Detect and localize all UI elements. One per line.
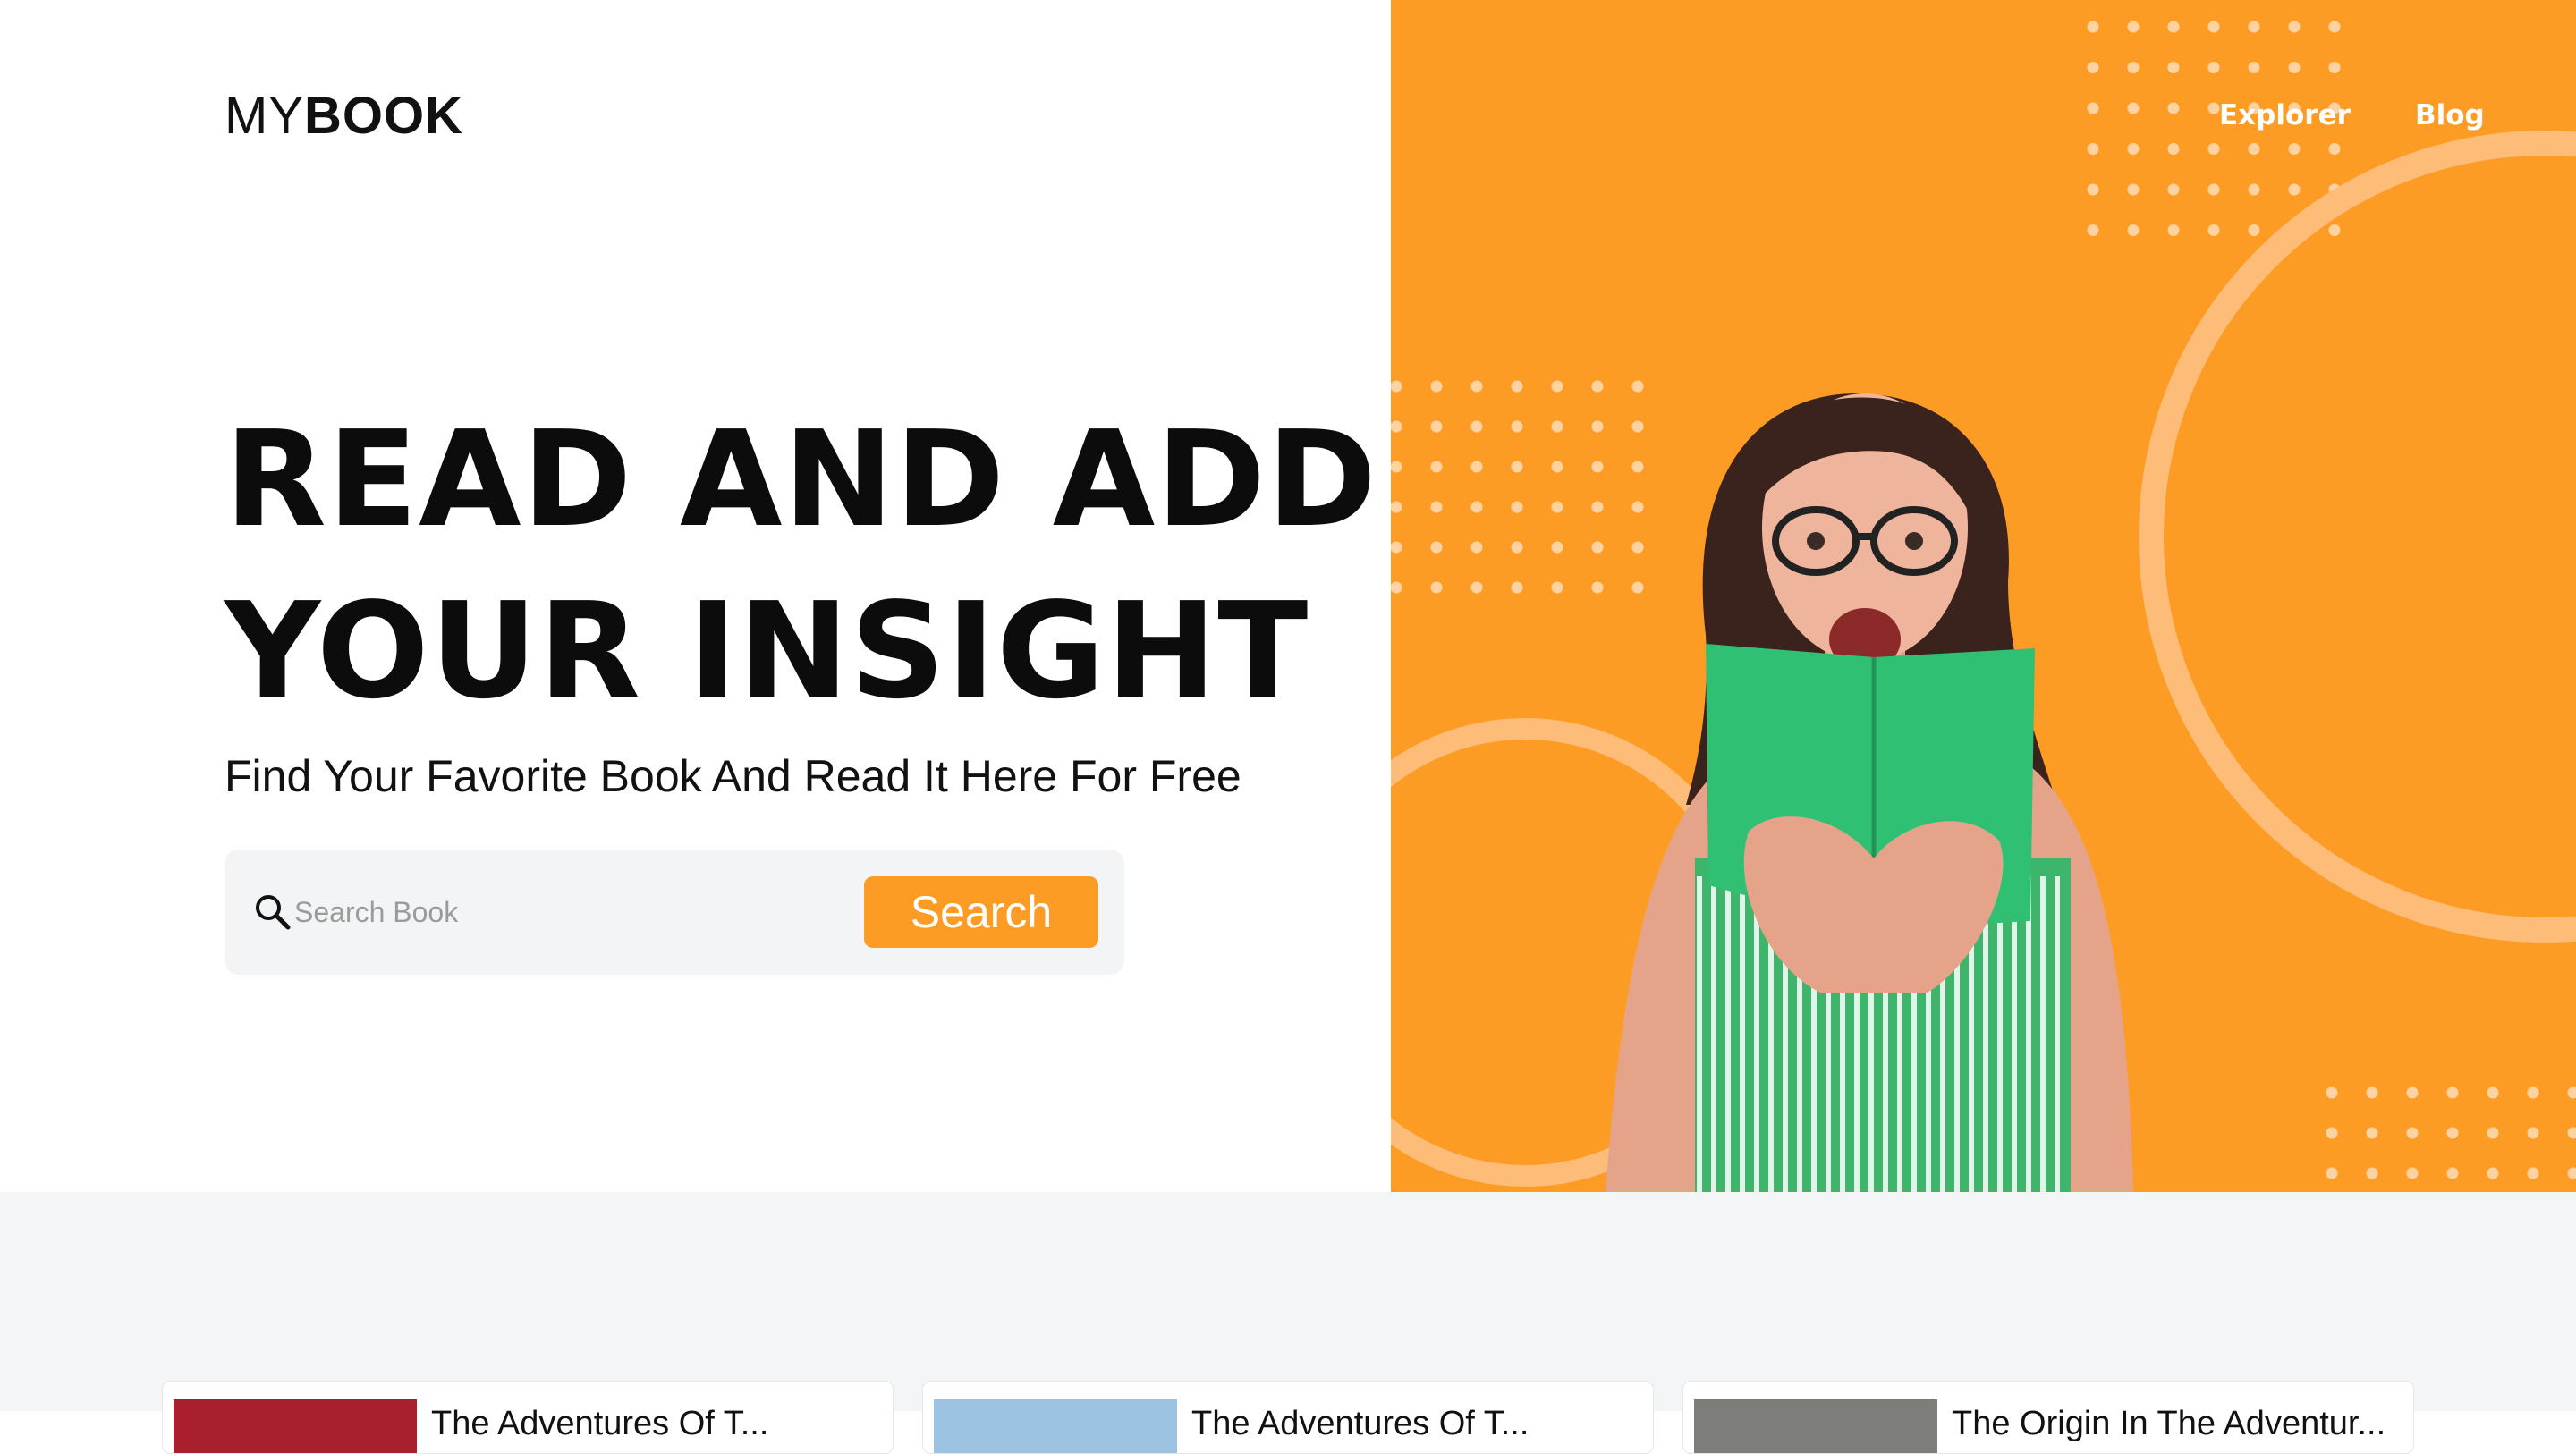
book-cover <box>934 1399 1177 1453</box>
book-cover <box>1694 1399 1937 1453</box>
book-list-section <box>0 1192 2576 1411</box>
logo-bold-text: BOOK <box>304 87 463 145</box>
search-bar: Search <box>225 850 1124 975</box>
book-title: The Origin In The Adventur... <box>1952 1401 2385 1446</box>
nav-explorer-link[interactable]: Explorer <box>2219 97 2351 134</box>
headline-line-1: READ AND ADD <box>225 393 1387 565</box>
logo-light-text: MY <box>225 87 304 145</box>
hero-subtitle: Find Your Favorite Book And Read It Here… <box>225 745 1241 807</box>
hero-headline: READ AND ADD YOUR INSIGHT <box>225 393 1387 737</box>
eye-left <box>1807 532 1825 550</box>
nav-blog-link[interactable]: Blog <box>2415 97 2485 134</box>
book-title: The Adventures Of T... <box>431 1401 768 1446</box>
book-title: The Adventures Of T... <box>1191 1401 1529 1446</box>
book-card[interactable]: The Adventures Of T... <box>922 1381 1654 1454</box>
hero-woman-illustration <box>1391 0 2576 1192</box>
logo[interactable]: MYBOOK <box>225 82 463 150</box>
headline-line-2: YOUR INSIGHT <box>225 565 1387 737</box>
book-cover <box>174 1399 417 1453</box>
search-button[interactable]: Search <box>864 876 1098 948</box>
book-card[interactable]: The Origin In The Adventur... <box>1682 1381 2414 1454</box>
search-icon <box>253 892 292 932</box>
eye-right <box>1905 532 1923 550</box>
search-input[interactable] <box>294 885 688 939</box>
book-card[interactable]: The Adventures Of T... <box>162 1381 894 1454</box>
